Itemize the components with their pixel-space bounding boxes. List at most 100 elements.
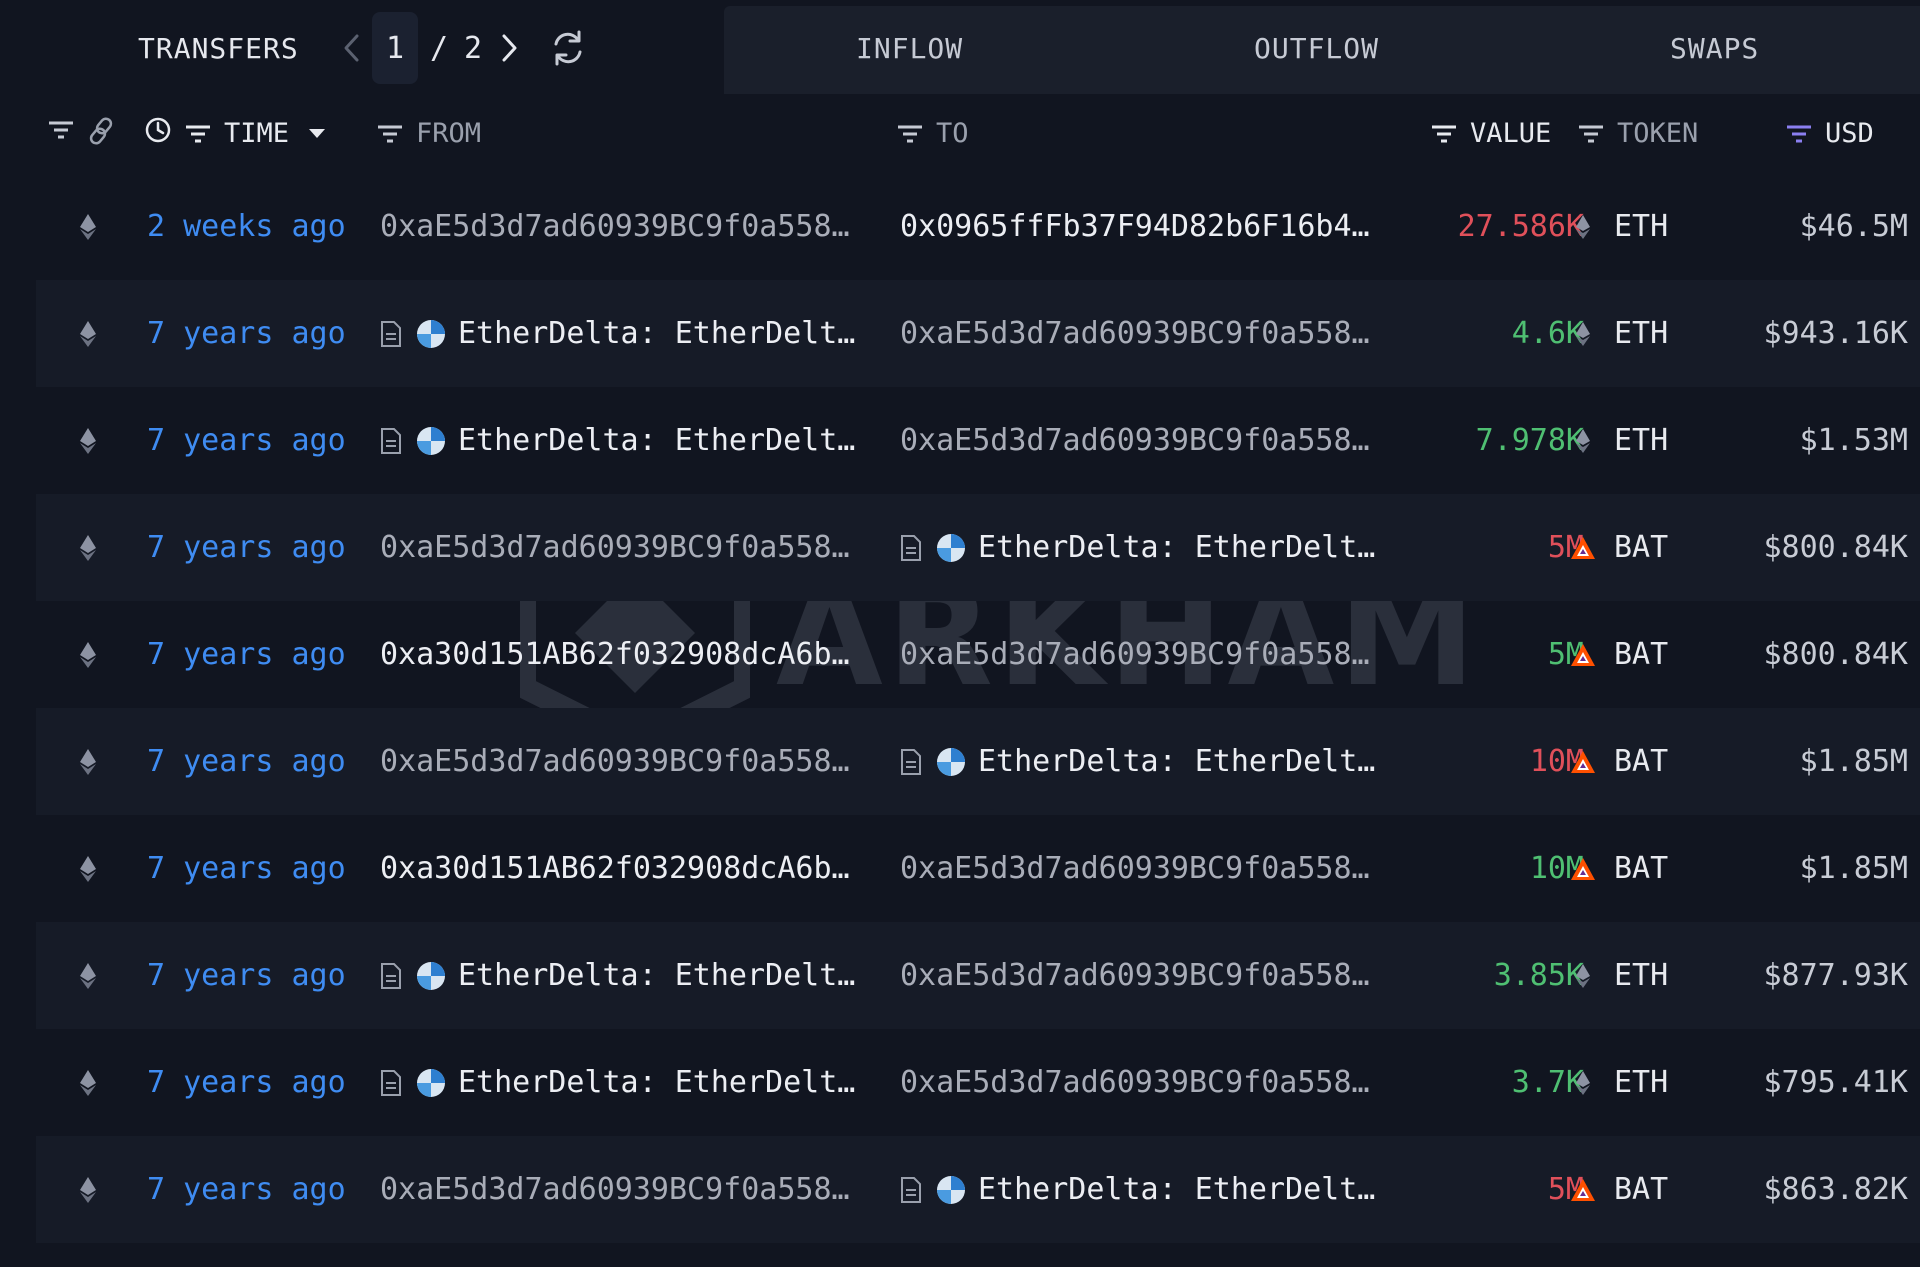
token-symbol: BAT (1614, 530, 1669, 565)
eth-token-icon (1576, 428, 1590, 453)
time-link[interactable]: 7 years ago (147, 1136, 346, 1243)
to-address[interactable]: 0xaE5d3d7ad60939BC9f0a558… (900, 815, 1440, 922)
eth-token-icon (1576, 214, 1590, 239)
ethereum-icon (80, 641, 96, 668)
link-filter[interactable] (88, 116, 118, 146)
from-address[interactable]: 0xaE5d3d7ad60939BC9f0a558… (380, 708, 900, 815)
token-symbol: BAT (1614, 744, 1669, 779)
to-entity-name: EtherDelta: EtherDelt… (978, 744, 1376, 779)
to-address[interactable]: 0xaE5d3d7ad60939BC9f0a558… (900, 1029, 1440, 1136)
filter-icon[interactable] (47, 118, 75, 142)
time-mode-toggle[interactable] (144, 116, 172, 144)
refresh-icon[interactable] (548, 26, 588, 70)
column-token[interactable]: TOKEN (1577, 118, 1698, 149)
table-row[interactable]: 7 years ago EtherDelta: EtherDelt… 0xaE5… (36, 280, 1920, 387)
from-entity-name: EtherDelta: EtherDelt… (458, 316, 856, 351)
column-to[interactable]: TO (896, 118, 969, 149)
column-time[interactable]: TIME (184, 118, 326, 149)
transfers-tab[interactable]: TRANSFERS 1 / 2 (0, 0, 724, 96)
column-usd[interactable]: USD (1785, 118, 1874, 149)
value-cell: 4.6K (1511, 316, 1584, 351)
to-entity[interactable]: EtherDelta: EtherDelt… (900, 494, 1440, 601)
column-token-label: TOKEN (1617, 118, 1699, 149)
usd-cell: $1.53M (1799, 423, 1908, 458)
to-entity[interactable]: EtherDelta: EtherDelt… (900, 708, 1440, 815)
chain-filter[interactable] (47, 118, 87, 142)
table-row[interactable]: 7 years ago EtherDelta: EtherDelt… 0xaE5… (36, 922, 1920, 1029)
from-address[interactable]: 0xa30d151AB62f032908dcA6b… (380, 815, 900, 922)
usd-cell: $1.85M (1799, 744, 1908, 779)
table-row[interactable]: 7 years ago EtherDelta: EtherDelt… 0xaE5… (36, 1029, 1920, 1136)
clock-icon[interactable] (144, 116, 172, 144)
from-address[interactable]: 0xaE5d3d7ad60939BC9f0a558… (380, 1136, 900, 1243)
time-link[interactable]: 7 years ago (147, 708, 346, 815)
table-row[interactable]: 7 years ago 0xa30d151AB62f032908dcA6b… 0… (36, 815, 1920, 922)
to-address[interactable]: 0x0965ffFb37F94D82b6F16b4… (900, 173, 1440, 280)
ethereum-icon (80, 534, 96, 561)
column-from[interactable]: FROM (376, 118, 481, 149)
from-entity[interactable]: EtherDelta: EtherDelt… (380, 387, 900, 494)
value-cell: 3.85K (1493, 958, 1584, 993)
tab-inflow[interactable]: INFLOW (856, 32, 963, 65)
contract-doc-icon (381, 320, 401, 347)
to-address[interactable]: 0xaE5d3d7ad60939BC9f0a558… (900, 387, 1440, 494)
chevron-right-icon[interactable] (494, 28, 524, 68)
from-address[interactable]: 0xaE5d3d7ad60939BC9f0a558… (380, 173, 900, 280)
to-address[interactable]: 0xaE5d3d7ad60939BC9f0a558… (900, 280, 1440, 387)
table-row[interactable]: 7 years ago 0xa30d151AB62f032908dcA6b… 0… (36, 601, 1920, 708)
etherdelta-logo-icon (937, 533, 965, 562)
to-entity-name: EtherDelta: EtherDelt… (978, 1172, 1376, 1207)
tab-outflow[interactable]: OUTFLOW (1254, 32, 1379, 65)
filter-icon[interactable] (184, 122, 212, 146)
from-address[interactable]: 0xaE5d3d7ad60939BC9f0a558… (380, 494, 900, 601)
tab-swaps[interactable]: SWAPS (1670, 32, 1759, 65)
chain-cell (76, 173, 100, 280)
filter-icon[interactable] (1430, 122, 1458, 146)
token-symbol: BAT (1614, 1172, 1669, 1207)
table-row[interactable]: 7 years ago 0xaE5d3d7ad60939BC9f0a558… E… (36, 1136, 1920, 1243)
filter-icon[interactable] (1785, 122, 1813, 146)
link-icon[interactable] (88, 116, 118, 146)
to-address[interactable]: 0xaE5d3d7ad60939BC9f0a558… (900, 601, 1440, 708)
filter-icon[interactable] (896, 122, 924, 146)
filter-icon[interactable] (376, 122, 404, 146)
from-entity[interactable]: EtherDelta: EtherDelt… (380, 280, 900, 387)
usd-cell: $863.82K (1763, 1172, 1909, 1207)
to-address[interactable]: 0xaE5d3d7ad60939BC9f0a558… (900, 922, 1440, 1029)
value-cell: 10M (1529, 744, 1584, 779)
table-row[interactable]: 7 years ago 0xaE5d3d7ad60939BC9f0a558… E… (36, 708, 1920, 815)
usd-cell: $795.41K (1763, 1065, 1909, 1100)
etherdelta-logo-icon (417, 961, 445, 990)
etherdelta-logo-icon (937, 747, 965, 776)
page-current-input[interactable]: 1 (372, 12, 418, 84)
time-link[interactable]: 7 years ago (147, 387, 346, 494)
from-address[interactable]: 0xa30d151AB62f032908dcA6b… (380, 601, 900, 708)
chain-cell (76, 922, 100, 1029)
time-link[interactable]: 7 years ago (147, 601, 346, 708)
from-entity-name: EtherDelta: EtherDelt… (458, 958, 856, 993)
time-link[interactable]: 7 years ago (147, 280, 346, 387)
time-link[interactable]: 7 years ago (147, 922, 346, 1029)
etherdelta-logo-icon (417, 426, 445, 455)
time-link[interactable]: 7 years ago (147, 1029, 346, 1136)
table-row[interactable]: 7 years ago 0xaE5d3d7ad60939BC9f0a558… E… (36, 494, 1920, 601)
usd-cell: $46.5M (1799, 209, 1908, 244)
ethereum-icon (80, 320, 96, 347)
chevron-left-icon[interactable] (337, 28, 367, 68)
from-entity[interactable]: EtherDelta: EtherDelt… (380, 1029, 900, 1136)
from-entity[interactable]: EtherDelta: EtherDelt… (380, 922, 900, 1029)
filter-icon[interactable] (1577, 122, 1605, 146)
column-from-label: FROM (416, 118, 482, 149)
column-value[interactable]: VALUE (1430, 118, 1551, 149)
transfers-table-body: 2 weeks ago 0xaE5d3d7ad60939BC9f0a558… 0… (0, 173, 1920, 1243)
time-link[interactable]: 7 years ago (147, 815, 346, 922)
column-value-label: VALUE (1470, 118, 1552, 149)
sort-desc-icon[interactable] (309, 129, 326, 138)
token-symbol: ETH (1614, 1065, 1669, 1100)
to-entity[interactable]: EtherDelta: EtherDelt… (900, 1136, 1440, 1243)
time-link[interactable]: 2 weeks ago (147, 173, 346, 280)
table-row[interactable]: 7 years ago EtherDelta: EtherDelt… 0xaE5… (36, 387, 1920, 494)
chain-cell (76, 1136, 100, 1243)
time-link[interactable]: 7 years ago (147, 494, 346, 601)
table-row[interactable]: 2 weeks ago 0xaE5d3d7ad60939BC9f0a558… 0… (36, 173, 1920, 280)
